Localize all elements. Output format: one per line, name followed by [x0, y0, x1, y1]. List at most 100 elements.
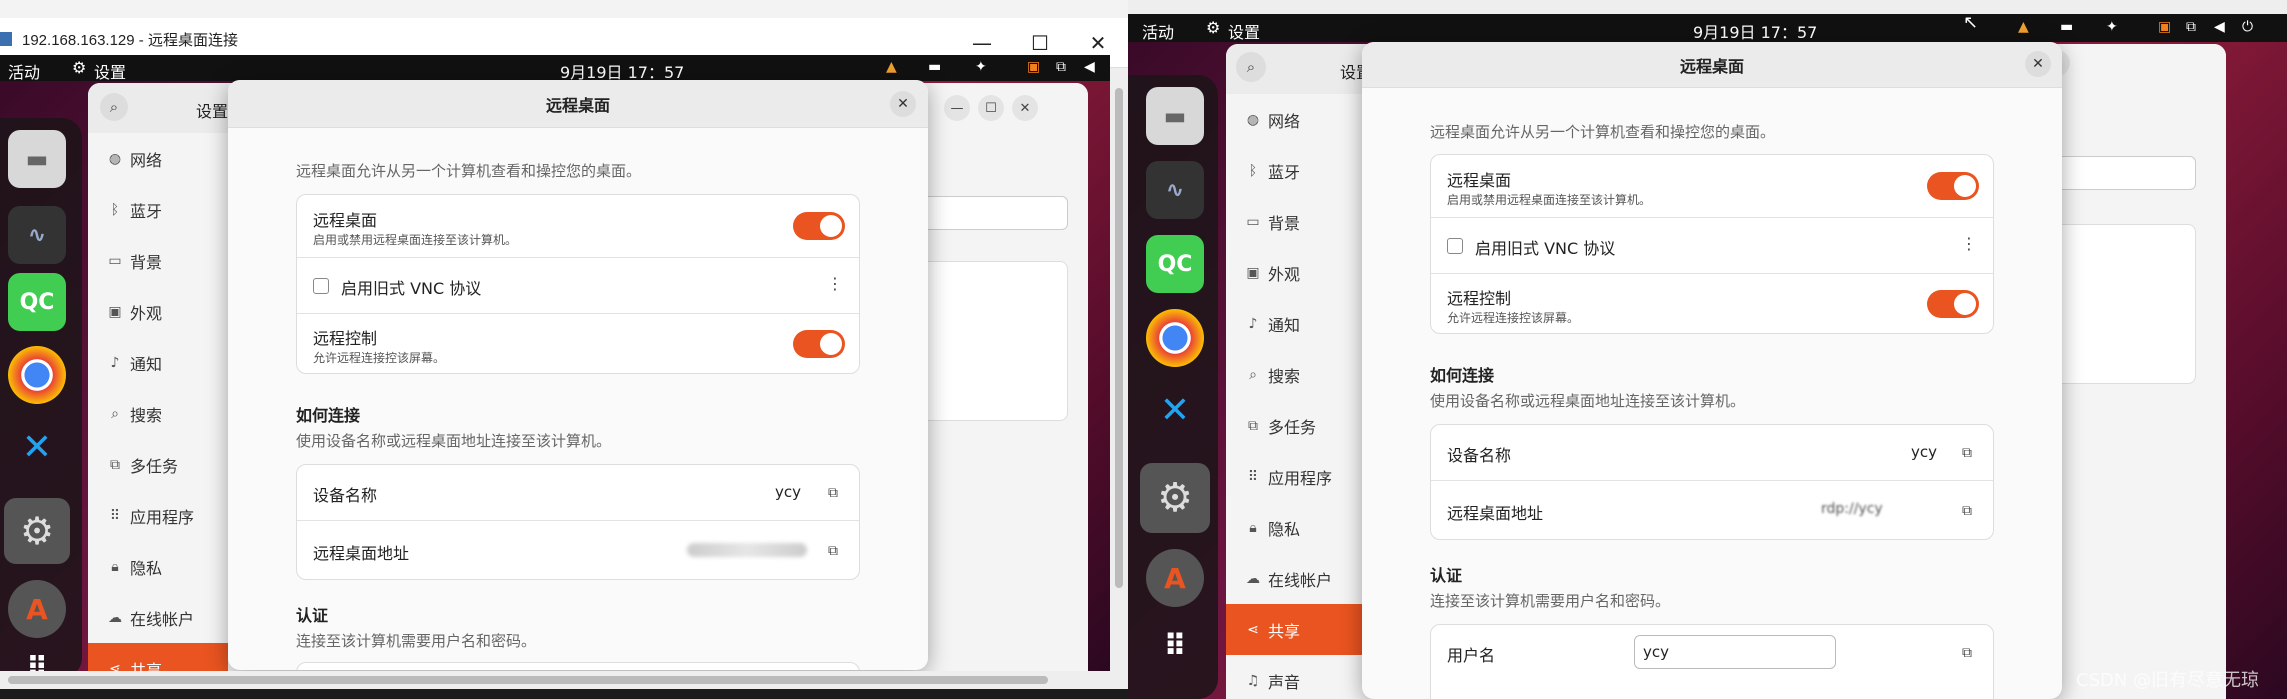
files-icon[interactable]: ▬: [8, 130, 66, 188]
accessibility-icon[interactable]: ✦: [975, 59, 987, 75]
remote-control-row: 远程控制 允许远程连接控该屏幕。: [1431, 274, 1993, 333]
vnc-checkbox[interactable]: [313, 278, 329, 294]
sidebar-label: 隐私: [130, 558, 163, 578]
sidebar-item-bluetooth[interactable]: ᛒ 蓝牙: [88, 184, 162, 235]
system-monitor-icon[interactable]: ∿: [1146, 161, 1204, 219]
remote-desktop-indicator-icon[interactable]: ▣: [1027, 59, 1040, 75]
sidebar-item-network[interactable]: ◍ 网络: [88, 133, 162, 184]
sidebar-item-search[interactable]: ⌕ 搜索: [1226, 349, 1300, 400]
app-grid-icon[interactable]: ⠿: [1146, 617, 1204, 675]
copy-icon[interactable]: ⧉: [1959, 445, 1975, 461]
remote-control-toggle[interactable]: [793, 330, 845, 358]
dock: ▬ ∿ QC ✕ ⚙ A ⠿: [1128, 75, 1218, 699]
tray-icon[interactable]: ▬: [2060, 19, 2073, 35]
sidebar-item-background[interactable]: ▭ 背景: [1226, 196, 1300, 247]
copy-icon[interactable]: ⧉: [1959, 645, 1975, 661]
chrome-icon[interactable]: [1146, 309, 1204, 367]
copy-icon[interactable]: ⧉: [825, 543, 841, 559]
rdp-horizontal-scrollbar[interactable]: [0, 671, 1128, 689]
software-icon[interactable]: A: [1146, 549, 1204, 607]
sidebar-label: 隐私: [1268, 519, 1301, 539]
sidebar-item-privacy[interactable]: 🔒︎ 隐私: [1226, 502, 1300, 553]
remote-desktop-group: 远程桌面 启用或禁用远程桌面连接至该计算机。 启用旧式 VNC 协议 ⋮ 远程控…: [1430, 154, 1994, 334]
sidebar-item-notifications[interactable]: ♪ 通知: [88, 337, 162, 388]
clock[interactable]: 9月19日 17：57: [1693, 19, 1817, 43]
sidebar-item-apps[interactable]: ⠿ 应用程序: [1226, 451, 1332, 502]
sidebar-item-search[interactable]: ⌕ 搜索: [88, 388, 162, 439]
app-menu[interactable]: 设置: [94, 59, 126, 83]
sidebar-item-online-accounts[interactable]: ☁ 在线帐户: [88, 592, 194, 643]
row-title: 设备名称: [1447, 446, 1512, 465]
files-icon[interactable]: ▬: [1146, 87, 1204, 145]
power-icon[interactable]: ⏻: [2242, 19, 2253, 35]
network-icon: ◍: [108, 150, 122, 167]
vnc-checkbox[interactable]: [1447, 238, 1463, 254]
sidebar-item-background[interactable]: ▭ 背景: [88, 235, 162, 286]
sidebar-item-appearance[interactable]: ▣ 外观: [88, 286, 162, 337]
copy-icon[interactable]: ⧉: [1959, 503, 1975, 519]
qt-creator-icon[interactable]: QC: [8, 273, 66, 331]
search-icon[interactable]: ⌕: [1236, 52, 1266, 82]
network-icon[interactable]: ⧉: [1056, 59, 1066, 75]
menu-dots-icon[interactable]: ⋮: [1961, 234, 1977, 253]
volume-icon[interactable]: ◀: [1084, 59, 1095, 75]
row-title: 远程控制: [1447, 289, 1512, 308]
minimize-button[interactable]: —: [944, 95, 970, 121]
settings-icon[interactable]: ⚙: [4, 498, 70, 564]
sidebar-label: 通知: [1268, 315, 1301, 335]
close-button[interactable]: ✕: [1012, 95, 1038, 121]
menu-dots-icon[interactable]: ⋮: [827, 274, 843, 293]
close-icon[interactable]: ✕: [2025, 51, 2051, 77]
sidebar-item-sharing[interactable]: ⋖ 共享: [88, 643, 228, 673]
activities-button[interactable]: 活动: [8, 59, 40, 83]
sidebar-item-online-accounts[interactable]: ☁ 在线帐户: [1226, 553, 1332, 604]
scrollbar-thumb[interactable]: [8, 676, 1048, 684]
remote-desktop-toggle[interactable]: [793, 212, 845, 240]
sidebar-item-notifications[interactable]: ♪ 通知: [1226, 298, 1300, 349]
sidebar-item-multitasking[interactable]: ⧉ 多任务: [88, 439, 178, 490]
sidebar-item-network[interactable]: ◍ 网络: [1226, 94, 1300, 145]
sidebar-label: 多任务: [130, 456, 179, 476]
chrome-icon[interactable]: [8, 346, 66, 404]
scrollbar-thumb[interactable]: [1115, 88, 1123, 588]
qt-creator-icon[interactable]: QC: [1146, 235, 1204, 293]
settings-icon[interactable]: ⚙: [1140, 463, 1210, 533]
remote-desktop-row: 远程桌面 启用或禁用远程桌面连接至该计算机。: [297, 195, 859, 258]
network-icon[interactable]: ⧉: [2186, 19, 2196, 35]
app-menu[interactable]: 设置: [1228, 19, 1260, 43]
username-input[interactable]: ycy: [1634, 635, 1836, 669]
sidebar-item-sound[interactable]: ♫ 声音: [1226, 655, 1300, 699]
row-title: 远程控制: [313, 329, 378, 348]
tray-icon[interactable]: ▲: [2018, 19, 2029, 35]
software-icon[interactable]: A: [8, 580, 66, 638]
accessibility-icon[interactable]: ✦: [2106, 19, 2118, 35]
sidebar-item-apps[interactable]: ⠿ 应用程序: [88, 490, 194, 541]
maximize-button[interactable]: ☐: [978, 95, 1004, 121]
row-subtitle: 启用或禁用远程桌面连接至该计算机。: [1447, 193, 1652, 207]
tray-icon[interactable]: ▲: [886, 59, 897, 75]
remote-desktop-indicator-icon[interactable]: ▣: [2158, 19, 2171, 35]
device-name-value: ycy: [1911, 443, 1938, 461]
activities-button[interactable]: 活动: [1142, 19, 1174, 43]
close-icon[interactable]: ✕: [890, 91, 916, 117]
volume-icon[interactable]: ◀: [2214, 19, 2225, 35]
search-icon[interactable]: ⌕: [100, 93, 128, 121]
sidebar-item-multitasking[interactable]: ⧉ 多任务: [1226, 400, 1316, 451]
mouse-cursor: ↖: [1963, 12, 1979, 33]
dialog-header: 远程桌面: [228, 80, 928, 128]
sidebar-label: 应用程序: [130, 507, 195, 527]
remote-desktop-toggle[interactable]: [1927, 172, 1979, 200]
rdp-vertical-scrollbar[interactable]: [1110, 68, 1128, 671]
lock-icon: 🔒︎: [111, 558, 119, 575]
auth-group-peek: [296, 662, 860, 670]
sidebar-item-privacy[interactable]: 🔒︎ 隐私: [88, 541, 162, 592]
sidebar-label: 多任务: [1268, 417, 1317, 437]
remote-control-toggle[interactable]: [1927, 290, 1979, 318]
vscode-icon[interactable]: ✕: [1146, 381, 1204, 439]
system-monitor-icon[interactable]: ∿: [8, 206, 66, 264]
tray-icon[interactable]: ▬: [928, 59, 941, 75]
sidebar-item-bluetooth[interactable]: ᛒ 蓝牙: [1226, 145, 1300, 196]
copy-icon[interactable]: ⧉: [825, 485, 841, 501]
vscode-icon[interactable]: ✕: [8, 418, 66, 476]
sidebar-item-appearance[interactable]: ▣ 外观: [1226, 247, 1300, 298]
